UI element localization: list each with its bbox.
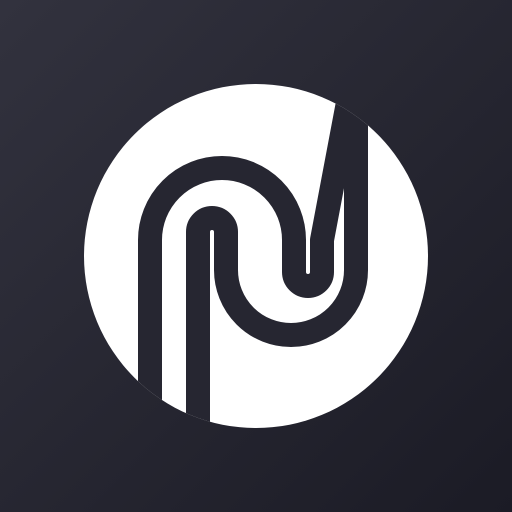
app-icon (0, 0, 512, 512)
logo-circle (84, 84, 428, 428)
app-logo-icon (84, 84, 428, 428)
